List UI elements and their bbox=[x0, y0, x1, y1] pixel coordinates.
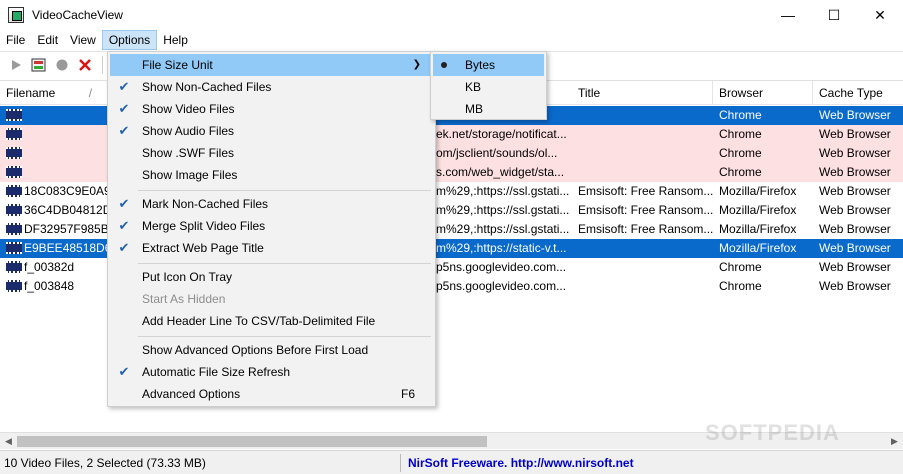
column-title[interactable]: Title bbox=[572, 81, 713, 105]
title-bar: VideoCacheView — ☐ ✕ bbox=[0, 0, 903, 30]
menu-file[interactable]: File bbox=[0, 30, 31, 50]
menu-item-show-non-cached-files[interactable]: ✔ Show Non-Cached Files bbox=[110, 76, 433, 98]
check-icon: ✔ bbox=[118, 240, 130, 255]
menu-separator bbox=[138, 263, 431, 264]
menu-item-start-as-hidden: Start As Hidden bbox=[142, 292, 226, 306]
file-size-unit-submenu: Bytes KB MB bbox=[430, 51, 547, 120]
scroll-left-icon[interactable]: ◀ bbox=[0, 433, 17, 450]
submenu-arrow-icon: ❯ bbox=[412, 59, 421, 70]
check-icon: ✔ bbox=[118, 79, 130, 94]
submenu-item-kb[interactable]: KB bbox=[433, 76, 544, 98]
status-bar: 10 Video Files, 2 Selected (73.33 MB) Ni… bbox=[0, 450, 903, 474]
status-summary: 10 Video Files, 2 Selected (73.33 MB) bbox=[4, 456, 206, 470]
radio-bullet-icon bbox=[441, 62, 447, 68]
check-icon: ✔ bbox=[118, 196, 130, 211]
horizontal-scrollbar[interactable]: ◀ ▶ bbox=[0, 432, 903, 449]
save-icon[interactable] bbox=[29, 55, 49, 75]
menu-help[interactable]: Help bbox=[157, 30, 194, 50]
scrollbar-thumb[interactable] bbox=[17, 436, 487, 447]
check-icon: ✔ bbox=[118, 218, 130, 233]
delete-icon[interactable] bbox=[75, 55, 95, 75]
menu-item-put-icon-on-tray[interactable]: Put Icon On Tray bbox=[110, 266, 433, 288]
menu-item-show-image-files[interactable]: Show Image Files bbox=[110, 164, 433, 186]
menu-item-show-swf-files[interactable]: Show .SWF Files bbox=[110, 142, 433, 164]
app-icon bbox=[8, 7, 24, 23]
stop-icon[interactable] bbox=[52, 55, 72, 75]
minimize-button[interactable]: — bbox=[765, 0, 811, 30]
menu-view[interactable]: View bbox=[64, 30, 102, 50]
menu-item-file-size-unit[interactable]: File Size Unit ❯ bbox=[110, 54, 433, 76]
close-button[interactable]: ✕ bbox=[857, 0, 903, 30]
status-separator bbox=[400, 454, 401, 472]
menu-separator bbox=[138, 190, 431, 191]
menu-edit[interactable]: Edit bbox=[31, 30, 64, 50]
menu-item-merge-split-video-files[interactable]: ✔ Merge Split Video Files bbox=[110, 215, 433, 237]
scroll-right-icon[interactable]: ▶ bbox=[886, 433, 903, 450]
menu-bar: File Edit View Options Help bbox=[0, 30, 903, 50]
menu-options[interactable]: Options bbox=[101, 30, 158, 50]
submenu-item-mb[interactable]: MB bbox=[433, 98, 544, 120]
check-icon: ✔ bbox=[118, 123, 130, 138]
menu-item-show-audio-files[interactable]: ✔ Show Audio Files bbox=[110, 120, 433, 142]
menu-separator bbox=[138, 336, 431, 337]
submenu-item-bytes[interactable]: Bytes bbox=[433, 54, 544, 76]
window-controls: — ☐ ✕ bbox=[765, 0, 903, 30]
play-icon[interactable] bbox=[6, 55, 26, 75]
check-icon: ✔ bbox=[118, 101, 130, 116]
menu-item-mark-non-cached-files[interactable]: ✔ Mark Non-Cached Files bbox=[110, 193, 433, 215]
menu-item-automatic-file-size-refresh[interactable]: ✔ Automatic File Size Refresh bbox=[110, 361, 433, 383]
menu-item-extract-web-page-title[interactable]: ✔ Extract Web Page Title bbox=[110, 237, 433, 259]
menu-item-show-advanced-options-before-load[interactable]: Show Advanced Options Before First Load bbox=[110, 339, 433, 361]
menu-item-advanced-options[interactable]: Advanced Options F6 bbox=[110, 383, 433, 405]
sort-indicator: / bbox=[88, 86, 93, 100]
menu-item-add-header-line[interactable]: Add Header Line To CSV/Tab-Delimited Fil… bbox=[110, 310, 433, 332]
column-browser[interactable]: Browser bbox=[713, 81, 813, 105]
column-cache-type[interactable]: Cache Type bbox=[813, 81, 903, 105]
menu-item-show-video-files[interactable]: ✔ Show Video Files bbox=[110, 98, 433, 120]
shortcut-label: F6 bbox=[400, 387, 415, 401]
options-menu: File Size Unit ❯ ✔ Show Non-Cached Files… bbox=[107, 51, 436, 407]
check-icon: ✔ bbox=[118, 364, 130, 379]
maximize-button[interactable]: ☐ bbox=[811, 0, 857, 30]
toolbar-separator bbox=[102, 55, 103, 74]
nirsoft-link[interactable]: NirSoft Freeware. http://www.nirsoft.net bbox=[408, 455, 634, 471]
window-title: VideoCacheView bbox=[32, 8, 123, 22]
